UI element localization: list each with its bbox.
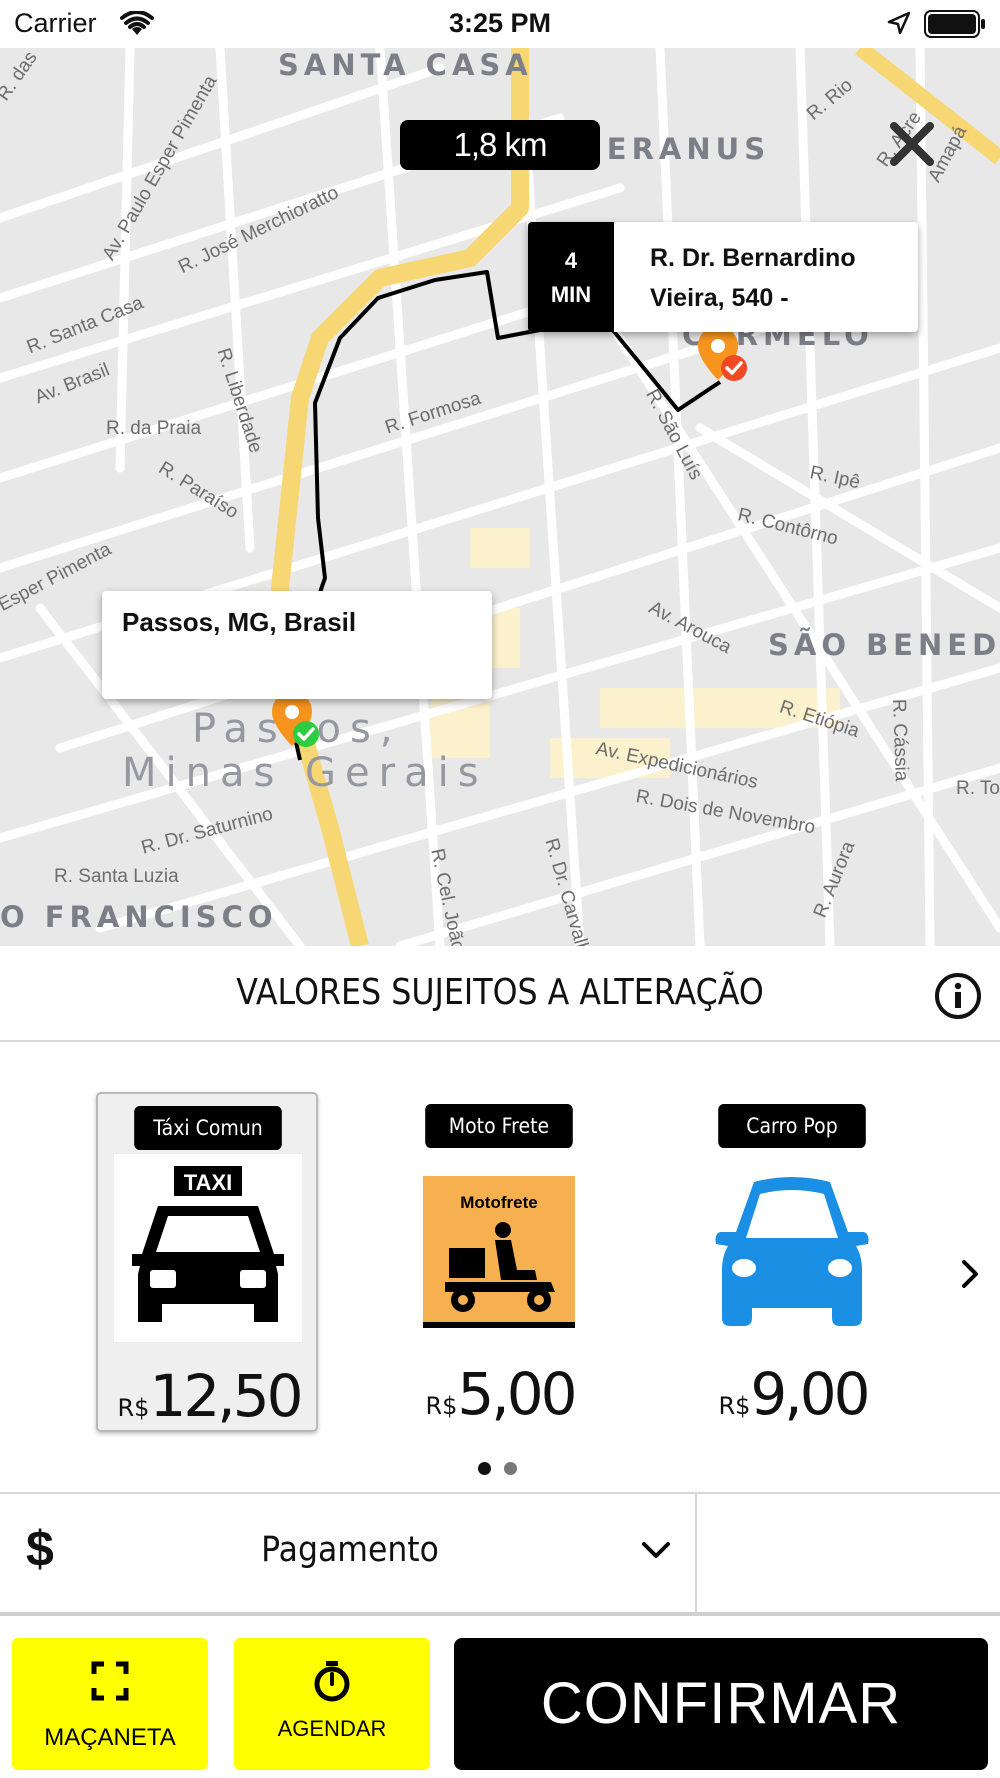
info-icon[interactable] xyxy=(934,972,982,1020)
scan-frame-icon xyxy=(91,1661,129,1701)
price-value: 12,50 xyxy=(149,1362,303,1430)
dollar-icon: $ xyxy=(26,1521,54,1577)
chevron-down-icon xyxy=(642,1542,670,1558)
vehicle-price: R$12,50 xyxy=(98,1362,320,1430)
payment-row: $ Pagamento xyxy=(0,1492,1000,1616)
destination-callout[interactable]: 4 MIN R. Dr. Bernardino Vieira, 540 - xyxy=(528,222,918,332)
vehicle-option-motofrete[interactable]: Moto Frete Motofrete R$5,00 xyxy=(389,1092,611,1432)
disclaimer-text: VALORES SUJEITOS A ALTERAÇÃO xyxy=(236,972,764,1013)
payment-label: Pagamento xyxy=(261,1530,439,1570)
origin-address: Passos, MG, Brasil xyxy=(122,607,357,637)
clock: 3:25 PM xyxy=(448,8,552,38)
vehicle-price: R$9,00 xyxy=(682,1360,904,1428)
price-value: 5,00 xyxy=(457,1360,577,1428)
macaneta-button[interactable]: MAÇANETA xyxy=(12,1638,208,1770)
svg-text:Motofrete: Motofrete xyxy=(460,1193,537,1212)
vehicle-price: R$5,00 xyxy=(389,1360,611,1428)
page-indicator[interactable] xyxy=(478,1462,528,1478)
price-value: 9,00 xyxy=(750,1360,870,1428)
confirm-button[interactable]: CONFIRMAR xyxy=(454,1638,988,1770)
vehicle-carousel[interactable]: Táxi Comun TAXI R$12,50 Moto Frete Motof… xyxy=(0,1044,1000,1492)
eta-value: 4 xyxy=(564,248,578,273)
eta-badge: 4 MIN xyxy=(528,222,614,332)
district-label: O FRANCISCO xyxy=(0,900,278,934)
city-label: Minas Gerais xyxy=(122,750,488,796)
currency-symbol: R$ xyxy=(718,1392,751,1420)
vehicle-name: Táxi Comun xyxy=(134,1106,282,1150)
taxi-icon: TAXI xyxy=(114,1154,302,1342)
svg-text:TAXI: TAXI xyxy=(184,1170,232,1195)
street-label: R. To xyxy=(956,778,1000,799)
currency-symbol: R$ xyxy=(117,1394,150,1422)
street-label: R. Santa Luzia xyxy=(54,866,179,887)
agendar-button[interactable]: AGENDAR xyxy=(234,1638,430,1770)
origin-callout[interactable]: Passos, MG, Brasil xyxy=(102,591,492,699)
bottom-actions: MAÇANETA AGENDAR CONFIRMAR xyxy=(0,1616,1000,1778)
map-view[interactable]: R. das Av. Paulo Esper Pimenta R. José M… xyxy=(0,48,1000,946)
origin-pin-icon[interactable] xyxy=(268,690,322,756)
close-icon[interactable] xyxy=(886,118,938,170)
battery-icon xyxy=(924,10,985,38)
street-label: R. da Praia xyxy=(106,418,202,439)
macaneta-label: MAÇANETA xyxy=(44,1724,176,1751)
chevron-right-icon[interactable] xyxy=(956,1254,984,1294)
disclaimer-bar: VALORES SUJEITOS A ALTERAÇÃO xyxy=(0,946,1000,1042)
currency-symbol: R$ xyxy=(425,1392,458,1420)
car-icon xyxy=(715,1177,869,1326)
distance-badge: 1,8 km xyxy=(400,120,600,170)
motofrete-icon: Motofrete xyxy=(423,1176,575,1328)
vehicle-name: Moto Frete xyxy=(425,1104,573,1148)
eta-unit: MIN xyxy=(550,282,592,307)
payment-dropdown[interactable]: $ Pagamento xyxy=(0,1494,697,1614)
district-label: SÃO BENEDI xyxy=(768,628,1000,662)
page-dot[interactable] xyxy=(504,1462,517,1475)
stopwatch-icon xyxy=(314,1661,350,1702)
page-dot-active[interactable] xyxy=(478,1462,491,1475)
vehicle-name: Carro Pop xyxy=(718,1104,866,1148)
agendar-label: AGENDAR xyxy=(277,1716,387,1741)
district-label: SANTA CASA xyxy=(278,48,533,82)
street-label: R. Cássia xyxy=(888,698,912,782)
destination-address: R. Dr. Bernardino Vieira, 540 - xyxy=(650,244,856,312)
status-bar: Carrier 3:25 PM xyxy=(0,0,1000,48)
vehicle-option-carro-pop[interactable]: Carro Pop R$9,00 xyxy=(682,1092,904,1432)
vehicle-option-taxi[interactable]: Táxi Comun TAXI R$12,50 xyxy=(96,1092,318,1432)
destination-pin-icon[interactable] xyxy=(694,324,748,390)
location-arrow-icon xyxy=(887,11,911,35)
